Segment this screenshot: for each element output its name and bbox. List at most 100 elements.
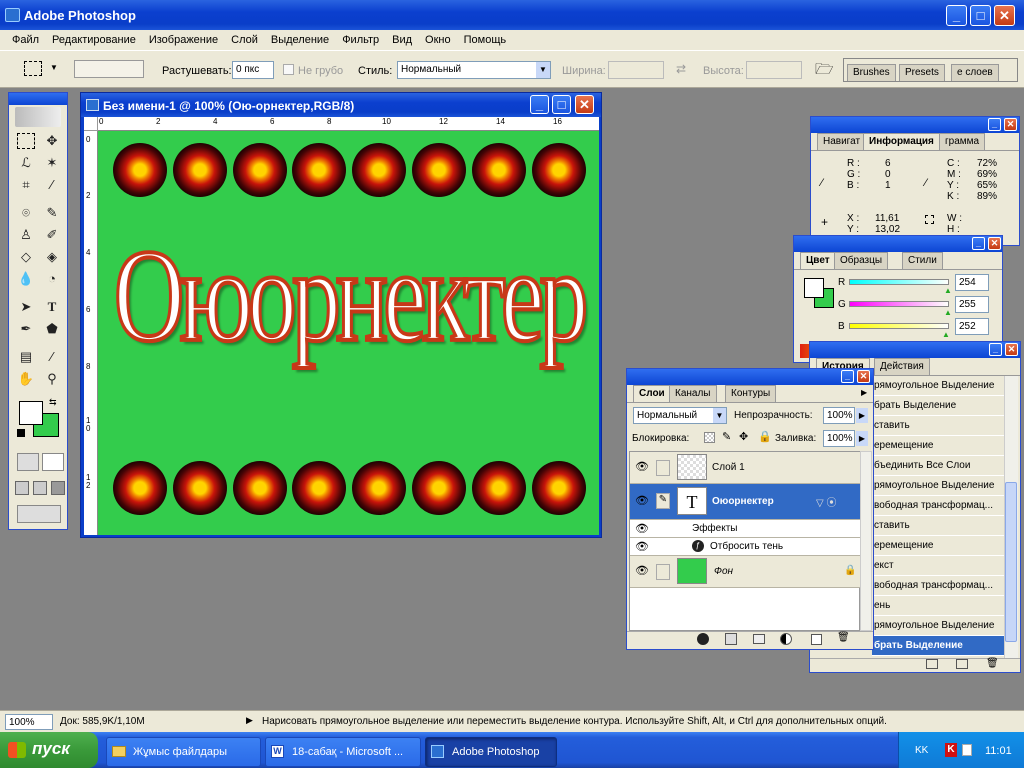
color-panel-title[interactable] [794, 236, 1002, 252]
delete-state-icon[interactable]: 🗑 [986, 658, 999, 669]
menu-image[interactable]: Изображение [149, 34, 218, 46]
swap-colors-icon[interactable]: ⇆ [49, 397, 57, 408]
link-slot[interactable] [656, 460, 670, 476]
menu-window[interactable]: Окно [425, 34, 451, 46]
palette-tab-brushes[interactable]: Brushes [847, 64, 896, 81]
new-document-icon[interactable] [926, 659, 938, 669]
eraser-tool-icon[interactable]: ◇ [16, 247, 36, 267]
tab-info[interactable]: Информация [863, 133, 940, 150]
color-minimize-button[interactable]: _ [972, 237, 985, 250]
add-style-icon[interactable] [697, 633, 709, 645]
tab-paths[interactable]: Контуры [725, 385, 777, 402]
foreground-color-swatch-front[interactable] [19, 401, 43, 425]
brush-tool-icon[interactable]: ✎ [42, 203, 62, 223]
history-item[interactable]: рямоугольное Выделение [872, 616, 1018, 636]
maximize-button[interactable]: □ [970, 5, 991, 26]
eye-icon[interactable]: 👁 [632, 484, 652, 519]
eye-icon[interactable]: 👁 [632, 520, 652, 537]
tab-histogram[interactable]: грамма [939, 133, 986, 150]
layers-close-button[interactable]: ✕ [857, 370, 870, 383]
move-tool-icon[interactable]: ✥ [42, 131, 62, 151]
layers-panel-title[interactable] [627, 369, 873, 385]
g-value-input[interactable]: 255 [955, 296, 989, 313]
new-set-icon[interactable] [753, 634, 765, 644]
adobe-feather-logo-icon[interactable] [15, 107, 61, 127]
info-close-button[interactable]: ✕ [1004, 118, 1017, 131]
history-item[interactable]: брать Выделение [872, 396, 1018, 416]
menu-view[interactable]: Вид [392, 34, 412, 46]
tab-layers[interactable]: Слои [633, 385, 671, 402]
history-item[interactable]: ень [872, 596, 1018, 616]
imageready-jump-icon[interactable] [17, 505, 61, 523]
taskbar-item-folder[interactable]: Жұмыс файлдары [106, 737, 261, 767]
default-colors-icon[interactable] [17, 429, 25, 437]
screen-mode-full-icon[interactable] [51, 481, 65, 495]
fill-input[interactable]: 100% [823, 430, 855, 447]
g-slider-handle[interactable]: ▲ [944, 308, 952, 317]
layer-row[interactable]: 👁 Слой 1 [630, 452, 861, 484]
new-layer-icon[interactable] [811, 634, 822, 645]
layer-name[interactable]: Фон [714, 566, 733, 577]
shape-tool-icon[interactable]: ⬟ [42, 319, 62, 339]
screen-mode-standard-icon[interactable] [15, 481, 29, 495]
canvas[interactable]: Оюорнектер [98, 131, 599, 535]
panel-menu-arrow-icon[interactable]: ▶ [861, 388, 867, 397]
language-indicator[interactable]: KK [915, 745, 928, 756]
dodge-tool-icon[interactable]: ◔ [42, 269, 62, 289]
layer-row-selected[interactable]: 👁 ✎ T Оюорнектер ▽ ⦿ [630, 484, 861, 520]
drop-shadow-row[interactable]: 👁 ƒ Отбросить тень [630, 538, 861, 556]
hand-tool-icon[interactable]: ✋ [16, 369, 36, 389]
lock-pixels-icon[interactable]: ✎ [722, 430, 731, 443]
lasso-tool-icon[interactable]: ℒ [16, 153, 36, 173]
lock-all-icon[interactable]: 🔒 [758, 430, 772, 443]
file-browser-icon[interactable]: 🗁 [815, 59, 835, 79]
doc-minimize-button[interactable]: _ [530, 95, 549, 114]
status-arrow-icon[interactable]: ▶ [246, 715, 253, 726]
marquee-preset-icon[interactable] [24, 61, 42, 76]
tab-channels[interactable]: Каналы [669, 385, 717, 402]
history-item[interactable]: рямоугольное Выделение [872, 476, 1018, 496]
clone-stamp-icon[interactable]: ♙ [16, 225, 36, 245]
menu-file[interactable]: Файл [12, 34, 39, 46]
doc-size-info[interactable]: Док: 585,9K/1,10M [60, 716, 145, 727]
tab-swatches[interactable]: Образцы [834, 252, 889, 269]
style-select[interactable]: Нормальный [397, 61, 551, 79]
selection-mode-icons[interactable] [74, 60, 144, 78]
marquee-tool-icon[interactable] [17, 133, 35, 149]
close-button[interactable]: ✕ [994, 5, 1015, 26]
slice-tool-icon[interactable]: ⁄ [42, 175, 62, 195]
zoom-input[interactable]: 100% [5, 714, 53, 730]
effects-row[interactable]: 👁 Эффекты [630, 520, 861, 538]
healing-brush-icon[interactable]: ⌾ [16, 203, 36, 223]
pen-tool-icon[interactable]: ✒ [16, 319, 36, 339]
kaspersky-icon[interactable]: K [945, 743, 957, 757]
tab-color[interactable]: Цвет [800, 252, 836, 269]
blend-mode-dropdown-icon[interactable]: ▼ [713, 408, 726, 423]
color-fg-swatch[interactable] [804, 278, 824, 298]
info-minimize-button[interactable]: _ [988, 118, 1001, 131]
history-item[interactable]: екст [872, 556, 1018, 576]
menu-filter[interactable]: Фильтр [342, 34, 379, 46]
doc-close-button[interactable]: ✕ [575, 95, 594, 114]
history-item[interactable]: рямоугольное Выделение [872, 376, 1018, 396]
layer-name[interactable]: Оюорнектер [712, 496, 774, 507]
menu-help[interactable]: Помощь [464, 34, 507, 46]
tab-navigator[interactable]: Навигат [817, 133, 867, 150]
paint-bucket-icon[interactable]: ◈ [42, 247, 62, 267]
history-brush-icon[interactable]: ✐ [42, 225, 62, 245]
menu-edit[interactable]: Редактирование [52, 34, 136, 46]
history-close-button[interactable]: ✕ [1005, 343, 1018, 356]
antialias-checkbox[interactable] [283, 64, 294, 75]
swap-icon[interactable]: ⇄ [676, 62, 686, 76]
delete-layer-icon[interactable]: 🗑 [837, 632, 850, 643]
brush-link-icon[interactable]: ✎ [656, 493, 670, 509]
color-close-button[interactable]: ✕ [988, 237, 1001, 250]
layers-scrollbar[interactable] [860, 451, 872, 631]
menu-layer[interactable]: Слой [231, 34, 258, 46]
opacity-input[interactable]: 100% [823, 407, 855, 424]
link-slot[interactable] [656, 564, 670, 580]
r-slider[interactable] [849, 279, 949, 285]
b-slider-handle[interactable]: ▲ [942, 330, 950, 339]
history-item[interactable]: еремещение [872, 436, 1018, 456]
path-select-icon[interactable]: ➤ [16, 297, 36, 317]
